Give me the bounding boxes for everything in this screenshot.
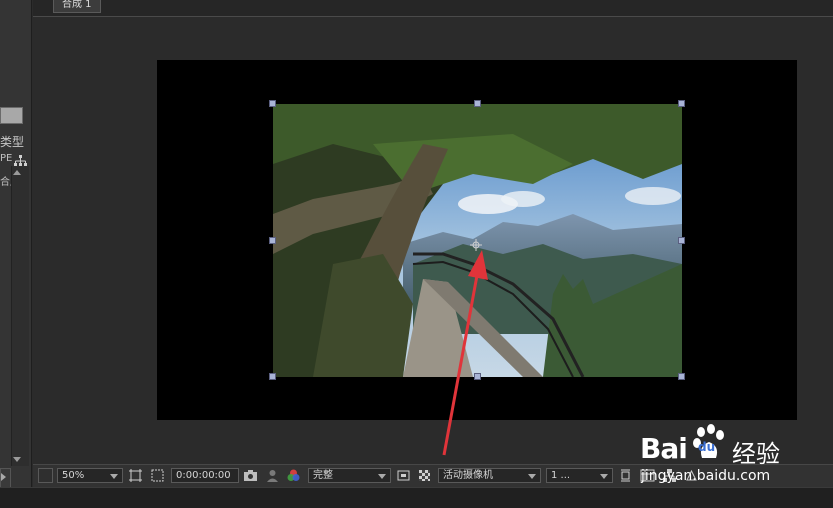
red-arrow-annotation-icon	[442, 250, 488, 456]
scroll-down-arrow-icon[interactable]	[13, 457, 21, 462]
active-camera-dropdown[interactable]: 活动摄像机	[438, 468, 541, 483]
resolution-dropdown[interactable]: 完整	[308, 468, 391, 483]
magnification-dropdown[interactable]: 50%	[57, 468, 123, 483]
transform-handle-bottom-left[interactable]	[269, 373, 276, 380]
flowchart-icon[interactable]	[14, 155, 27, 166]
transform-handle-bottom-right[interactable]	[678, 373, 685, 380]
always-preview-icon[interactable]	[38, 468, 53, 483]
current-time-field[interactable]: 0:00:00:00	[171, 468, 239, 483]
project-search-field[interactable]	[0, 107, 23, 124]
fast-preview-icon[interactable]	[396, 468, 411, 483]
transparency-grid-icon[interactable]	[417, 468, 432, 483]
watermark-brand-suffix: du	[698, 440, 716, 454]
pixel-aspect-icon[interactable]	[618, 468, 633, 483]
fit-frame-icon[interactable]	[128, 468, 143, 483]
transform-handle-middle-right[interactable]	[678, 237, 685, 244]
snapshot-camera-icon[interactable]	[243, 468, 258, 483]
baidu-watermark-logo: Bai du 经验	[640, 422, 790, 470]
project-row-type[interactable]: PE	[0, 153, 12, 164]
view-layout-dropdown[interactable]: 1 ...	[546, 468, 613, 483]
status-footer	[0, 487, 833, 508]
watermark-brand: Bai	[640, 432, 688, 465]
transform-handle-middle-left[interactable]	[269, 237, 276, 244]
project-scrollbar[interactable]	[11, 166, 29, 466]
composition-tab[interactable]: 合成 1	[53, 0, 101, 13]
expand-arrow-icon[interactable]	[1, 473, 6, 481]
scroll-up-arrow-icon[interactable]	[13, 170, 21, 175]
watermark-url: jingyan.baidu.com	[641, 468, 771, 484]
transform-handle-top-right[interactable]	[678, 100, 685, 107]
region-of-interest-icon[interactable]	[150, 468, 165, 483]
watermark-product: 经验	[732, 440, 780, 468]
composition-tab-strip	[33, 0, 833, 17]
project-type-column-header[interactable]: 类型	[0, 133, 24, 150]
show-snapshot-person-icon[interactable]	[265, 468, 280, 483]
color-channels-icon[interactable]	[286, 468, 301, 483]
transform-handle-top-left[interactable]	[269, 100, 276, 107]
transform-handle-top-center[interactable]	[474, 100, 481, 107]
